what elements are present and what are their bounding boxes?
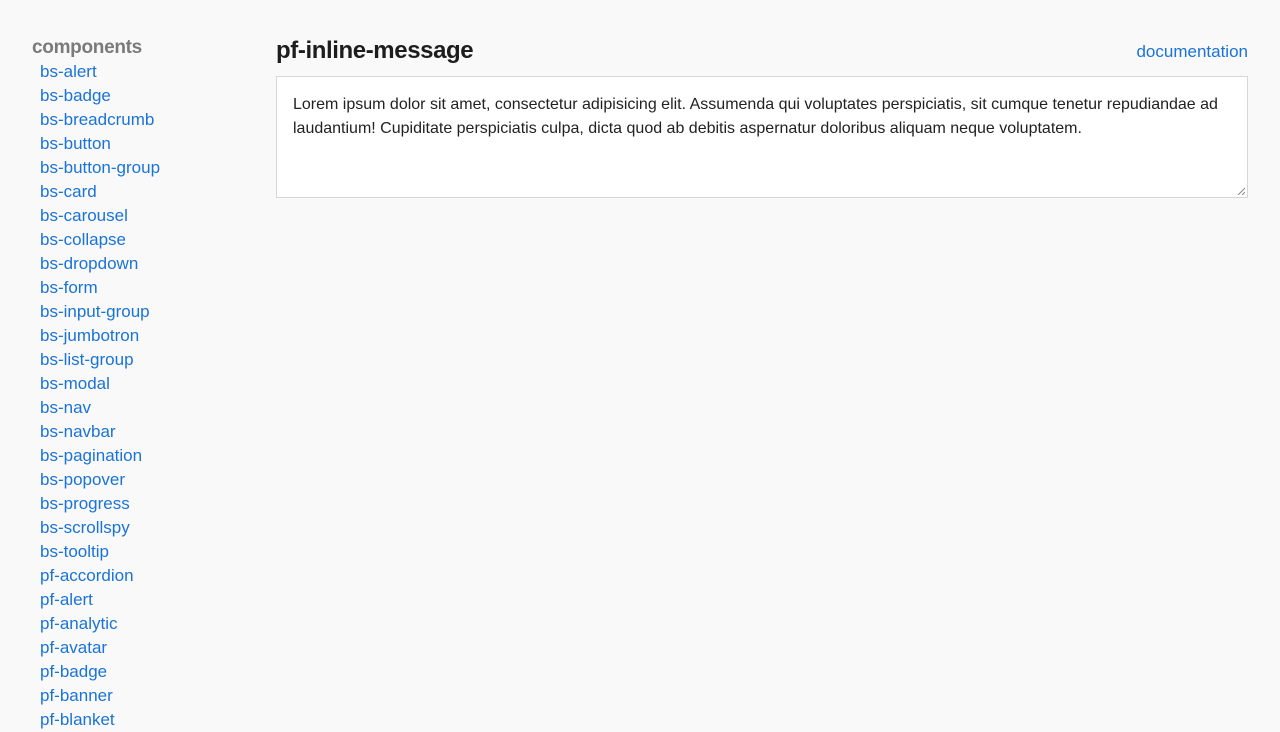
sidebar-item-bs-badge: bs-badge (40, 84, 252, 108)
sidebar-item-pf-analytic: pf-analytic (40, 612, 252, 636)
sidebar-item-pf-accordion: pf-accordion (40, 564, 252, 588)
sidebar-item-bs-tooltip: bs-tooltip (40, 540, 252, 564)
sidebar-item-bs-navbar: bs-navbar (40, 420, 252, 444)
sidebar-item-bs-form: bs-form (40, 276, 252, 300)
sidebar-link-bs-scrollspy[interactable]: bs-scrollspy (40, 518, 130, 537)
sidebar-link-pf-avatar[interactable]: pf-avatar (40, 638, 107, 657)
component-list: bs-alert bs-badge bs-breadcrumb bs-button bs… (32, 60, 252, 732)
sidebar-item-pf-banner: pf-banner (40, 684, 252, 708)
sidebar-item-bs-carousel: bs-carousel (40, 204, 252, 228)
sidebar-link-bs-pagination[interactable]: bs-pagination (40, 446, 142, 465)
sidebar-item-bs-pagination: bs-pagination (40, 444, 252, 468)
sidebar-item-bs-card: bs-card (40, 180, 252, 204)
sidebar-link-bs-list-group[interactable]: bs-list-group (40, 350, 134, 369)
sidebar-link-bs-alert[interactable]: bs-alert (40, 62, 97, 81)
inline-message-box[interactable]: Lorem ipsum dolor sit amet, consectetur … (276, 76, 1248, 198)
sidebar-link-bs-popover[interactable]: bs-popover (40, 470, 125, 489)
sidebar-link-pf-banner[interactable]: pf-banner (40, 686, 113, 705)
sidebar-link-bs-input-group[interactable]: bs-input-group (40, 302, 150, 321)
sidebar-item-bs-nav: bs-nav (40, 396, 252, 420)
sidebar-link-pf-accordion[interactable]: pf-accordion (40, 566, 134, 585)
sidebar: components bs-alert bs-badge bs-breadcrumb… (32, 36, 252, 732)
sidebar-link-bs-jumbotron[interactable]: bs-jumbotron (40, 326, 139, 345)
page-header: pf-inline-message documentation (276, 36, 1248, 76)
sidebar-heading: components (32, 37, 142, 58)
sidebar-link-bs-modal[interactable]: bs-modal (40, 374, 110, 393)
sidebar-link-pf-alert[interactable]: pf-alert (40, 590, 93, 609)
inline-message-text: Lorem ipsum dolor sit amet, consectetur … (293, 96, 1218, 137)
sidebar-link-bs-nav[interactable]: bs-nav (40, 398, 91, 417)
sidebar-link-bs-collapse[interactable]: bs-collapse (40, 230, 126, 249)
sidebar-item-bs-popover: bs-popover (40, 468, 252, 492)
sidebar-link-bs-card[interactable]: bs-card (40, 182, 97, 201)
sidebar-link-bs-button[interactable]: bs-button (40, 134, 111, 153)
sidebar-link-bs-tooltip[interactable]: bs-tooltip (40, 542, 109, 561)
sidebar-item-bs-progress: bs-progress (40, 492, 252, 516)
sidebar-item-bs-dropdown: bs-dropdown (40, 252, 252, 276)
sidebar-item-pf-avatar: pf-avatar (40, 636, 252, 660)
sidebar-item-bs-scrollspy: bs-scrollspy (40, 516, 252, 540)
sidebar-link-bs-button-group[interactable]: bs-button-group (40, 158, 160, 177)
sidebar-link-bs-navbar[interactable]: bs-navbar (40, 422, 116, 441)
sidebar-link-pf-analytic[interactable]: pf-analytic (40, 614, 117, 633)
sidebar-item-pf-blanket: pf-blanket (40, 708, 252, 732)
main-content: pf-inline-message documentation Lorem ip… (276, 36, 1248, 198)
sidebar-item-bs-alert: bs-alert (40, 60, 252, 84)
page-title: pf-inline-message (276, 37, 474, 64)
sidebar-link-bs-dropdown[interactable]: bs-dropdown (40, 254, 138, 273)
sidebar-item-bs-button-group: bs-button-group (40, 156, 252, 180)
documentation-link[interactable]: documentation (1136, 42, 1248, 62)
sidebar-link-bs-carousel[interactable]: bs-carousel (40, 206, 128, 225)
sidebar-link-bs-progress[interactable]: bs-progress (40, 494, 130, 513)
sidebar-item-bs-collapse: bs-collapse (40, 228, 252, 252)
sidebar-item-pf-alert: pf-alert (40, 588, 252, 612)
sidebar-item-bs-jumbotron: bs-jumbotron (40, 324, 252, 348)
sidebar-link-bs-breadcrumb[interactable]: bs-breadcrumb (40, 110, 154, 129)
resize-handle-icon[interactable] (1237, 187, 1245, 195)
sidebar-item-bs-input-group: bs-input-group (40, 300, 252, 324)
sidebar-item-bs-modal: bs-modal (40, 372, 252, 396)
sidebar-item-pf-badge: pf-badge (40, 660, 252, 684)
sidebar-item-bs-breadcrumb: bs-breadcrumb (40, 108, 252, 132)
sidebar-item-bs-button: bs-button (40, 132, 252, 156)
sidebar-link-bs-badge[interactable]: bs-badge (40, 86, 111, 105)
sidebar-link-bs-form[interactable]: bs-form (40, 278, 98, 297)
sidebar-link-pf-badge[interactable]: pf-badge (40, 662, 107, 681)
sidebar-item-bs-list-group: bs-list-group (40, 348, 252, 372)
